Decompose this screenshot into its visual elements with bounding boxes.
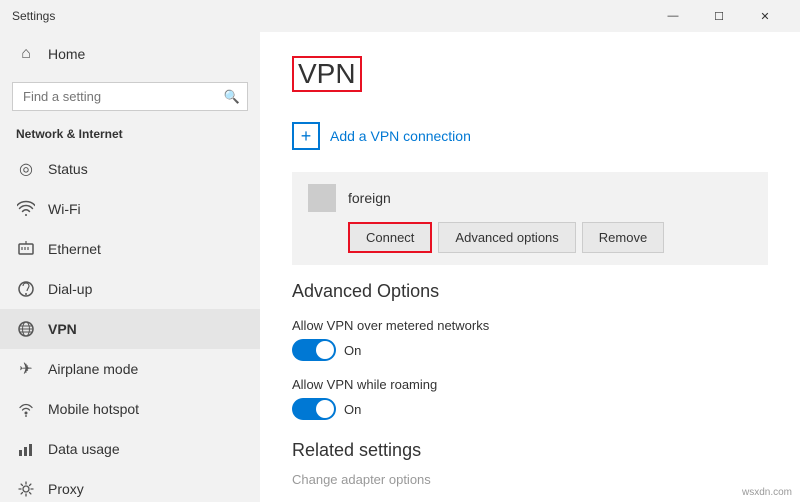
proxy-icon <box>16 479 36 499</box>
sidebar-item-label: Airplane mode <box>48 361 138 377</box>
advanced-options-title: Advanced Options <box>292 281 768 302</box>
app-title: Settings <box>12 9 55 23</box>
vpn-action-buttons: Connect Advanced options Remove <box>308 222 752 253</box>
airplane-icon: ✈ <box>16 359 36 379</box>
sidebar-item-label: Dial-up <box>48 281 92 297</box>
dialup-icon <box>16 279 36 299</box>
metered-networks-toggle-row: Allow VPN over metered networks On <box>292 318 768 361</box>
hotspot-icon <box>16 399 36 419</box>
roaming-label: Allow VPN while roaming <box>292 377 768 392</box>
sidebar-item-proxy[interactable]: Proxy <box>0 469 260 502</box>
home-label: Home <box>48 46 85 62</box>
close-button[interactable]: ✕ <box>742 0 788 32</box>
sidebar-item-label: Status <box>48 161 88 177</box>
sidebar-item-label: Ethernet <box>48 241 101 257</box>
search-input[interactable] <box>12 82 248 111</box>
main-content: VPN + Add a VPN connection foreign Conne… <box>260 32 800 502</box>
sidebar-item-status[interactable]: ◎ Status <box>0 149 260 189</box>
sidebar: ⌂ Home 🔍 Network & Internet ◎ Status <box>0 32 260 502</box>
sidebar-search-container: 🔍 <box>12 82 248 111</box>
sidebar-section-title: Network & Internet <box>0 123 260 149</box>
roaming-toggle-control: On <box>292 398 768 420</box>
vpn-item-header: foreign <box>308 184 752 212</box>
sidebar-item-vpn[interactable]: VPN <box>0 309 260 349</box>
minimize-button[interactable]: — <box>650 0 696 32</box>
vpn-connection-item: foreign Connect Advanced options Remove <box>292 172 768 265</box>
vpn-status-indicator <box>308 184 336 212</box>
roaming-toggle-row: Allow VPN while roaming On <box>292 377 768 420</box>
search-icon: 🔍 <box>224 89 240 105</box>
sidebar-item-dialup[interactable]: Dial-up <box>0 269 260 309</box>
add-icon: + <box>292 122 320 150</box>
window-controls: — ☐ ✕ <box>650 0 788 32</box>
remove-button[interactable]: Remove <box>582 222 664 253</box>
page-title: VPN <box>292 56 362 92</box>
sidebar-item-wifi[interactable]: Wi-Fi <box>0 189 260 229</box>
status-icon: ◎ <box>16 159 36 179</box>
maximize-button[interactable]: ☐ <box>696 0 742 32</box>
advanced-options-button[interactable]: Advanced options <box>438 222 575 253</box>
sidebar-item-label: VPN <box>48 321 77 337</box>
metered-toggle-control: On <box>292 339 768 361</box>
sidebar-item-datausage[interactable]: Data usage <box>0 429 260 469</box>
sidebar-item-label: Wi-Fi <box>48 201 81 217</box>
sidebar-item-hotspot[interactable]: Mobile hotspot <box>0 389 260 429</box>
add-vpn-label: Add a VPN connection <box>330 128 471 144</box>
vpn-icon <box>16 319 36 339</box>
metered-toggle-state: On <box>344 343 361 358</box>
sidebar-item-label: Mobile hotspot <box>48 401 139 417</box>
add-vpn-button[interactable]: + Add a VPN connection <box>292 112 768 160</box>
wifi-icon <box>16 199 36 219</box>
advanced-options-section: Advanced Options Allow VPN over metered … <box>292 281 768 420</box>
related-settings-title: Related settings <box>292 440 768 461</box>
sidebar-item-label: Proxy <box>48 481 84 497</box>
sidebar-item-home[interactable]: ⌂ Home <box>0 32 260 76</box>
datausage-icon <box>16 439 36 459</box>
app-body: ⌂ Home 🔍 Network & Internet ◎ Status <box>0 32 800 502</box>
watermark: wsxdn.com <box>742 487 792 498</box>
related-settings-section: Related settings Change adapter options <box>292 440 768 487</box>
metered-toggle-switch[interactable] <box>292 339 336 361</box>
connect-button[interactable]: Connect <box>348 222 432 253</box>
roaming-toggle-switch[interactable] <box>292 398 336 420</box>
titlebar: Settings — ☐ ✕ <box>0 0 800 32</box>
roaming-toggle-state: On <box>344 402 361 417</box>
sidebar-item-label: Data usage <box>48 441 120 457</box>
change-adapter-link[interactable]: Change adapter options <box>292 472 431 487</box>
sidebar-item-ethernet[interactable]: Ethernet <box>0 229 260 269</box>
sidebar-item-airplane[interactable]: ✈ Airplane mode <box>0 349 260 389</box>
metered-networks-label: Allow VPN over metered networks <box>292 318 768 333</box>
home-icon: ⌂ <box>16 44 36 64</box>
vpn-connection-name: foreign <box>348 190 391 206</box>
ethernet-icon <box>16 239 36 259</box>
